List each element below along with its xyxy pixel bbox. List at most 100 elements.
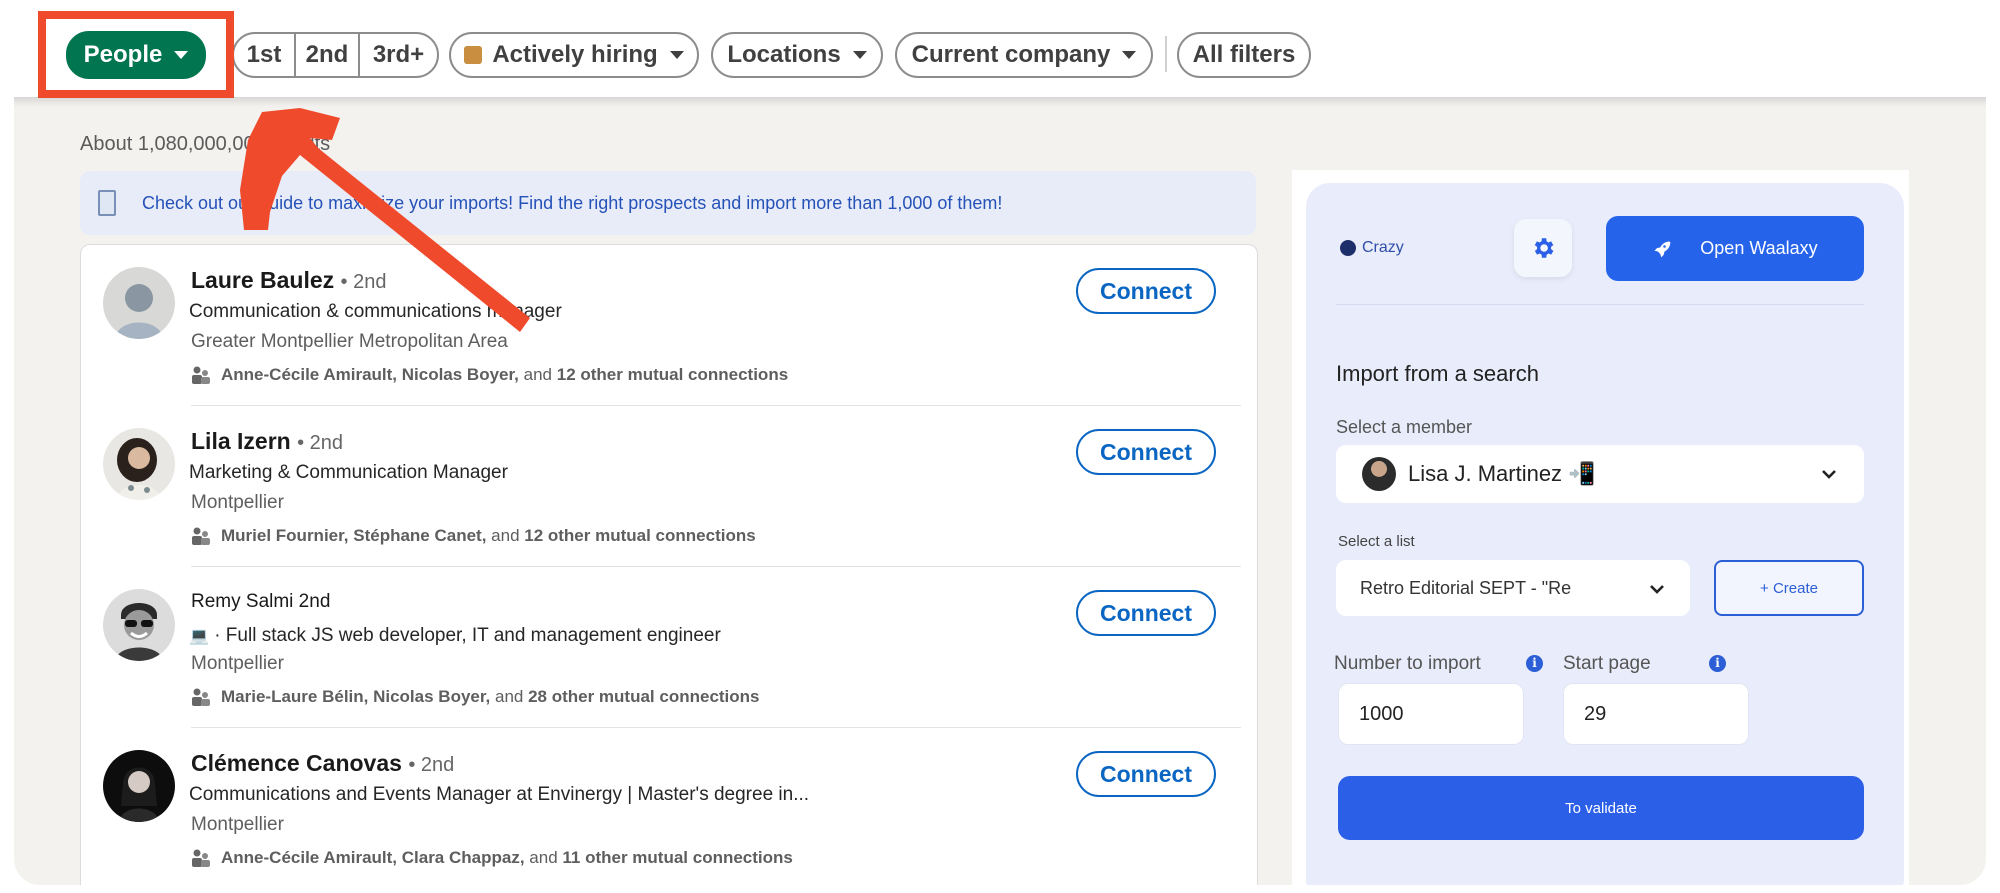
mutual-count: 12 other mutual connections bbox=[556, 365, 789, 384]
chevron-down-icon bbox=[1822, 470, 1836, 479]
screenshot-frame: About 1,080,000,000 results Check out ou… bbox=[14, 0, 1986, 885]
laptop-icon: 💻 bbox=[189, 628, 209, 645]
degree-3rd-button[interactable]: 3rd+ bbox=[358, 34, 437, 76]
search-filter-bar: People 1st 2nd 3rd+ Actively hiring Loca… bbox=[14, 0, 1986, 98]
start-page-input[interactable] bbox=[1563, 683, 1749, 745]
list-select[interactable]: Retro Editorial SEPT - "Re bbox=[1336, 560, 1690, 616]
mutual-names: Anne-Cécile Amirault, Clara Chappaz, bbox=[221, 848, 525, 867]
search-results-list: Laure Baulez • 2nd Communication & commu… bbox=[80, 244, 1258, 885]
result-row: Clémence Canovas • 2nd Communications an… bbox=[81, 728, 1259, 885]
alien-icon bbox=[1340, 240, 1356, 256]
actively-hiring-filter[interactable]: Actively hiring bbox=[449, 32, 699, 78]
mutual-and: and bbox=[486, 526, 525, 545]
info-icon[interactable]: i bbox=[1526, 655, 1543, 672]
connect-button[interactable]: Connect bbox=[1076, 590, 1216, 636]
import-title: Import from a search bbox=[1336, 361, 1539, 386]
profile-name[interactable]: Clémence Canovas bbox=[191, 750, 402, 776]
current-company-filter[interactable]: Current company bbox=[895, 32, 1153, 78]
caret-down-icon bbox=[1122, 51, 1137, 59]
open-waalaxy-button[interactable]: Open Waalaxy bbox=[1606, 216, 1864, 281]
create-list-button[interactable]: + Create bbox=[1714, 560, 1864, 616]
connection-degree: • 2nd bbox=[340, 271, 387, 293]
mutual-and: and bbox=[518, 365, 557, 384]
mutual-and: and bbox=[490, 687, 529, 706]
brand-label: Crazy bbox=[1362, 239, 1404, 256]
guide-banner-text[interactable]: Check out our guide to maximize your imp… bbox=[142, 193, 1002, 214]
mutual-names: Marie-Laure Bélin, Nicolas Boyer, bbox=[221, 687, 491, 706]
profile-name[interactable]: Lila Izern bbox=[191, 428, 291, 454]
profile-location: Montpellier bbox=[191, 653, 284, 674]
briefcase-icon bbox=[464, 46, 483, 64]
caret-down-icon bbox=[852, 51, 867, 59]
profile-location: Montpellier bbox=[191, 814, 284, 835]
profile-headline-line: 💻 · Full stack JS web developer, IT and … bbox=[189, 625, 721, 647]
mutual-and: and bbox=[524, 848, 563, 867]
number-to-import-label: Number to import bbox=[1334, 653, 1481, 674]
guide-book-icon bbox=[98, 190, 116, 216]
profile-name-line[interactable]: Laure Baulez • 2nd bbox=[191, 267, 386, 294]
number-to-import-input[interactable] bbox=[1338, 683, 1524, 745]
mutual-count: 28 other mutual connections bbox=[528, 687, 760, 706]
degree-1st-button[interactable]: 1st bbox=[234, 34, 294, 76]
profile-avatar[interactable] bbox=[103, 267, 175, 339]
current-company-label: Current company bbox=[911, 41, 1111, 68]
member-name: Lisa J. Martinez 📲 bbox=[1408, 461, 1596, 486]
panel-divider bbox=[1336, 304, 1864, 305]
mutual-count: 11 other mutual connections bbox=[562, 848, 793, 867]
connect-button[interactable]: Connect bbox=[1076, 751, 1216, 797]
profile-name-line[interactable]: Lila Izern • 2nd bbox=[191, 428, 343, 455]
people-icon bbox=[191, 526, 211, 546]
actively-hiring-label: Actively hiring bbox=[492, 41, 658, 68]
profile-headline: Communication & communications manager bbox=[189, 301, 562, 322]
rocket-icon bbox=[1654, 241, 1671, 257]
validate-button[interactable]: To validate bbox=[1338, 776, 1864, 840]
mutual-names: Anne-Cécile Amirault, Nicolas Boyer, bbox=[221, 365, 519, 384]
mutual-count: 12 other mutual connections bbox=[524, 526, 756, 545]
degree-2nd-button[interactable]: 2nd bbox=[294, 34, 358, 76]
import-guide-banner[interactable]: Check out our guide to maximize your imp… bbox=[80, 171, 1256, 235]
caret-down-icon bbox=[669, 51, 684, 59]
profile-headline: Communications and Events Manager at Env… bbox=[189, 784, 810, 805]
list-name: Retro Editorial SEPT - "Re bbox=[1360, 577, 1572, 598]
waalaxy-brand: Crazy bbox=[1340, 239, 1404, 257]
profile-avatar[interactable] bbox=[103, 428, 175, 500]
member-label: Select a member bbox=[1336, 417, 1473, 437]
profile-name[interactable]: Remy Salmi 2nd bbox=[191, 591, 330, 612]
result-row: Laure Baulez • 2nd Communication & commu… bbox=[81, 245, 1259, 406]
connection-degree: • 2nd bbox=[408, 754, 455, 776]
open-waalaxy-label: Open Waalaxy bbox=[1700, 238, 1818, 258]
settings-button[interactable] bbox=[1514, 219, 1572, 277]
waalaxy-panel: Crazy Open Waalaxy Import from a search … bbox=[1306, 183, 1904, 885]
filter-separator bbox=[1165, 36, 1167, 72]
people-icon bbox=[191, 687, 211, 707]
profile-headline: Marketing & Communication Manager bbox=[189, 462, 508, 483]
annotation-highlight-box bbox=[38, 11, 234, 98]
profile-location: Montpellier bbox=[191, 492, 284, 513]
profile-avatar[interactable] bbox=[103, 750, 175, 822]
people-icon bbox=[191, 848, 211, 868]
profile-location: Greater Montpellier Metropolitan Area bbox=[191, 331, 508, 352]
locations-filter[interactable]: Locations bbox=[711, 32, 883, 78]
people-icon bbox=[191, 365, 211, 385]
connect-button[interactable]: Connect bbox=[1076, 268, 1216, 314]
start-page-label: Start page bbox=[1563, 653, 1651, 674]
mutual-names: Muriel Fournier, Stéphane Canet, bbox=[221, 526, 487, 545]
mutual-connections[interactable]: Anne-Cécile Amirault, Clara Chappaz, and… bbox=[191, 848, 793, 868]
gear-icon bbox=[1534, 238, 1554, 258]
mutual-connections[interactable]: Marie-Laure Bélin, Nicolas Boyer, and 28… bbox=[191, 687, 760, 707]
mutual-connections[interactable]: Anne-Cécile Amirault, Nicolas Boyer, and… bbox=[191, 365, 788, 385]
info-icon[interactable]: i bbox=[1709, 655, 1726, 672]
locations-label: Locations bbox=[727, 41, 841, 68]
member-select[interactable]: Lisa J. Martinez 📲 bbox=[1336, 445, 1864, 503]
all-filters-button[interactable]: All filters bbox=[1177, 32, 1311, 78]
profile-name-line[interactable]: Clémence Canovas • 2nd bbox=[191, 750, 454, 777]
connect-button[interactable]: Connect bbox=[1076, 429, 1216, 475]
connection-degree-filter: 1st 2nd 3rd+ bbox=[232, 32, 439, 78]
mutual-connections[interactable]: Muriel Fournier, Stéphane Canet, and 12 … bbox=[191, 526, 756, 546]
results-count: About 1,080,000,000 results bbox=[80, 133, 331, 155]
connection-degree: • 2nd bbox=[297, 432, 344, 454]
profile-avatar[interactable] bbox=[103, 589, 175, 661]
profile-name-line[interactable]: Remy Salmi 2nd bbox=[191, 591, 330, 613]
result-row: Remy Salmi 2nd 💻 · Full stack JS web dev… bbox=[81, 567, 1259, 728]
profile-name[interactable]: Laure Baulez bbox=[191, 267, 334, 293]
